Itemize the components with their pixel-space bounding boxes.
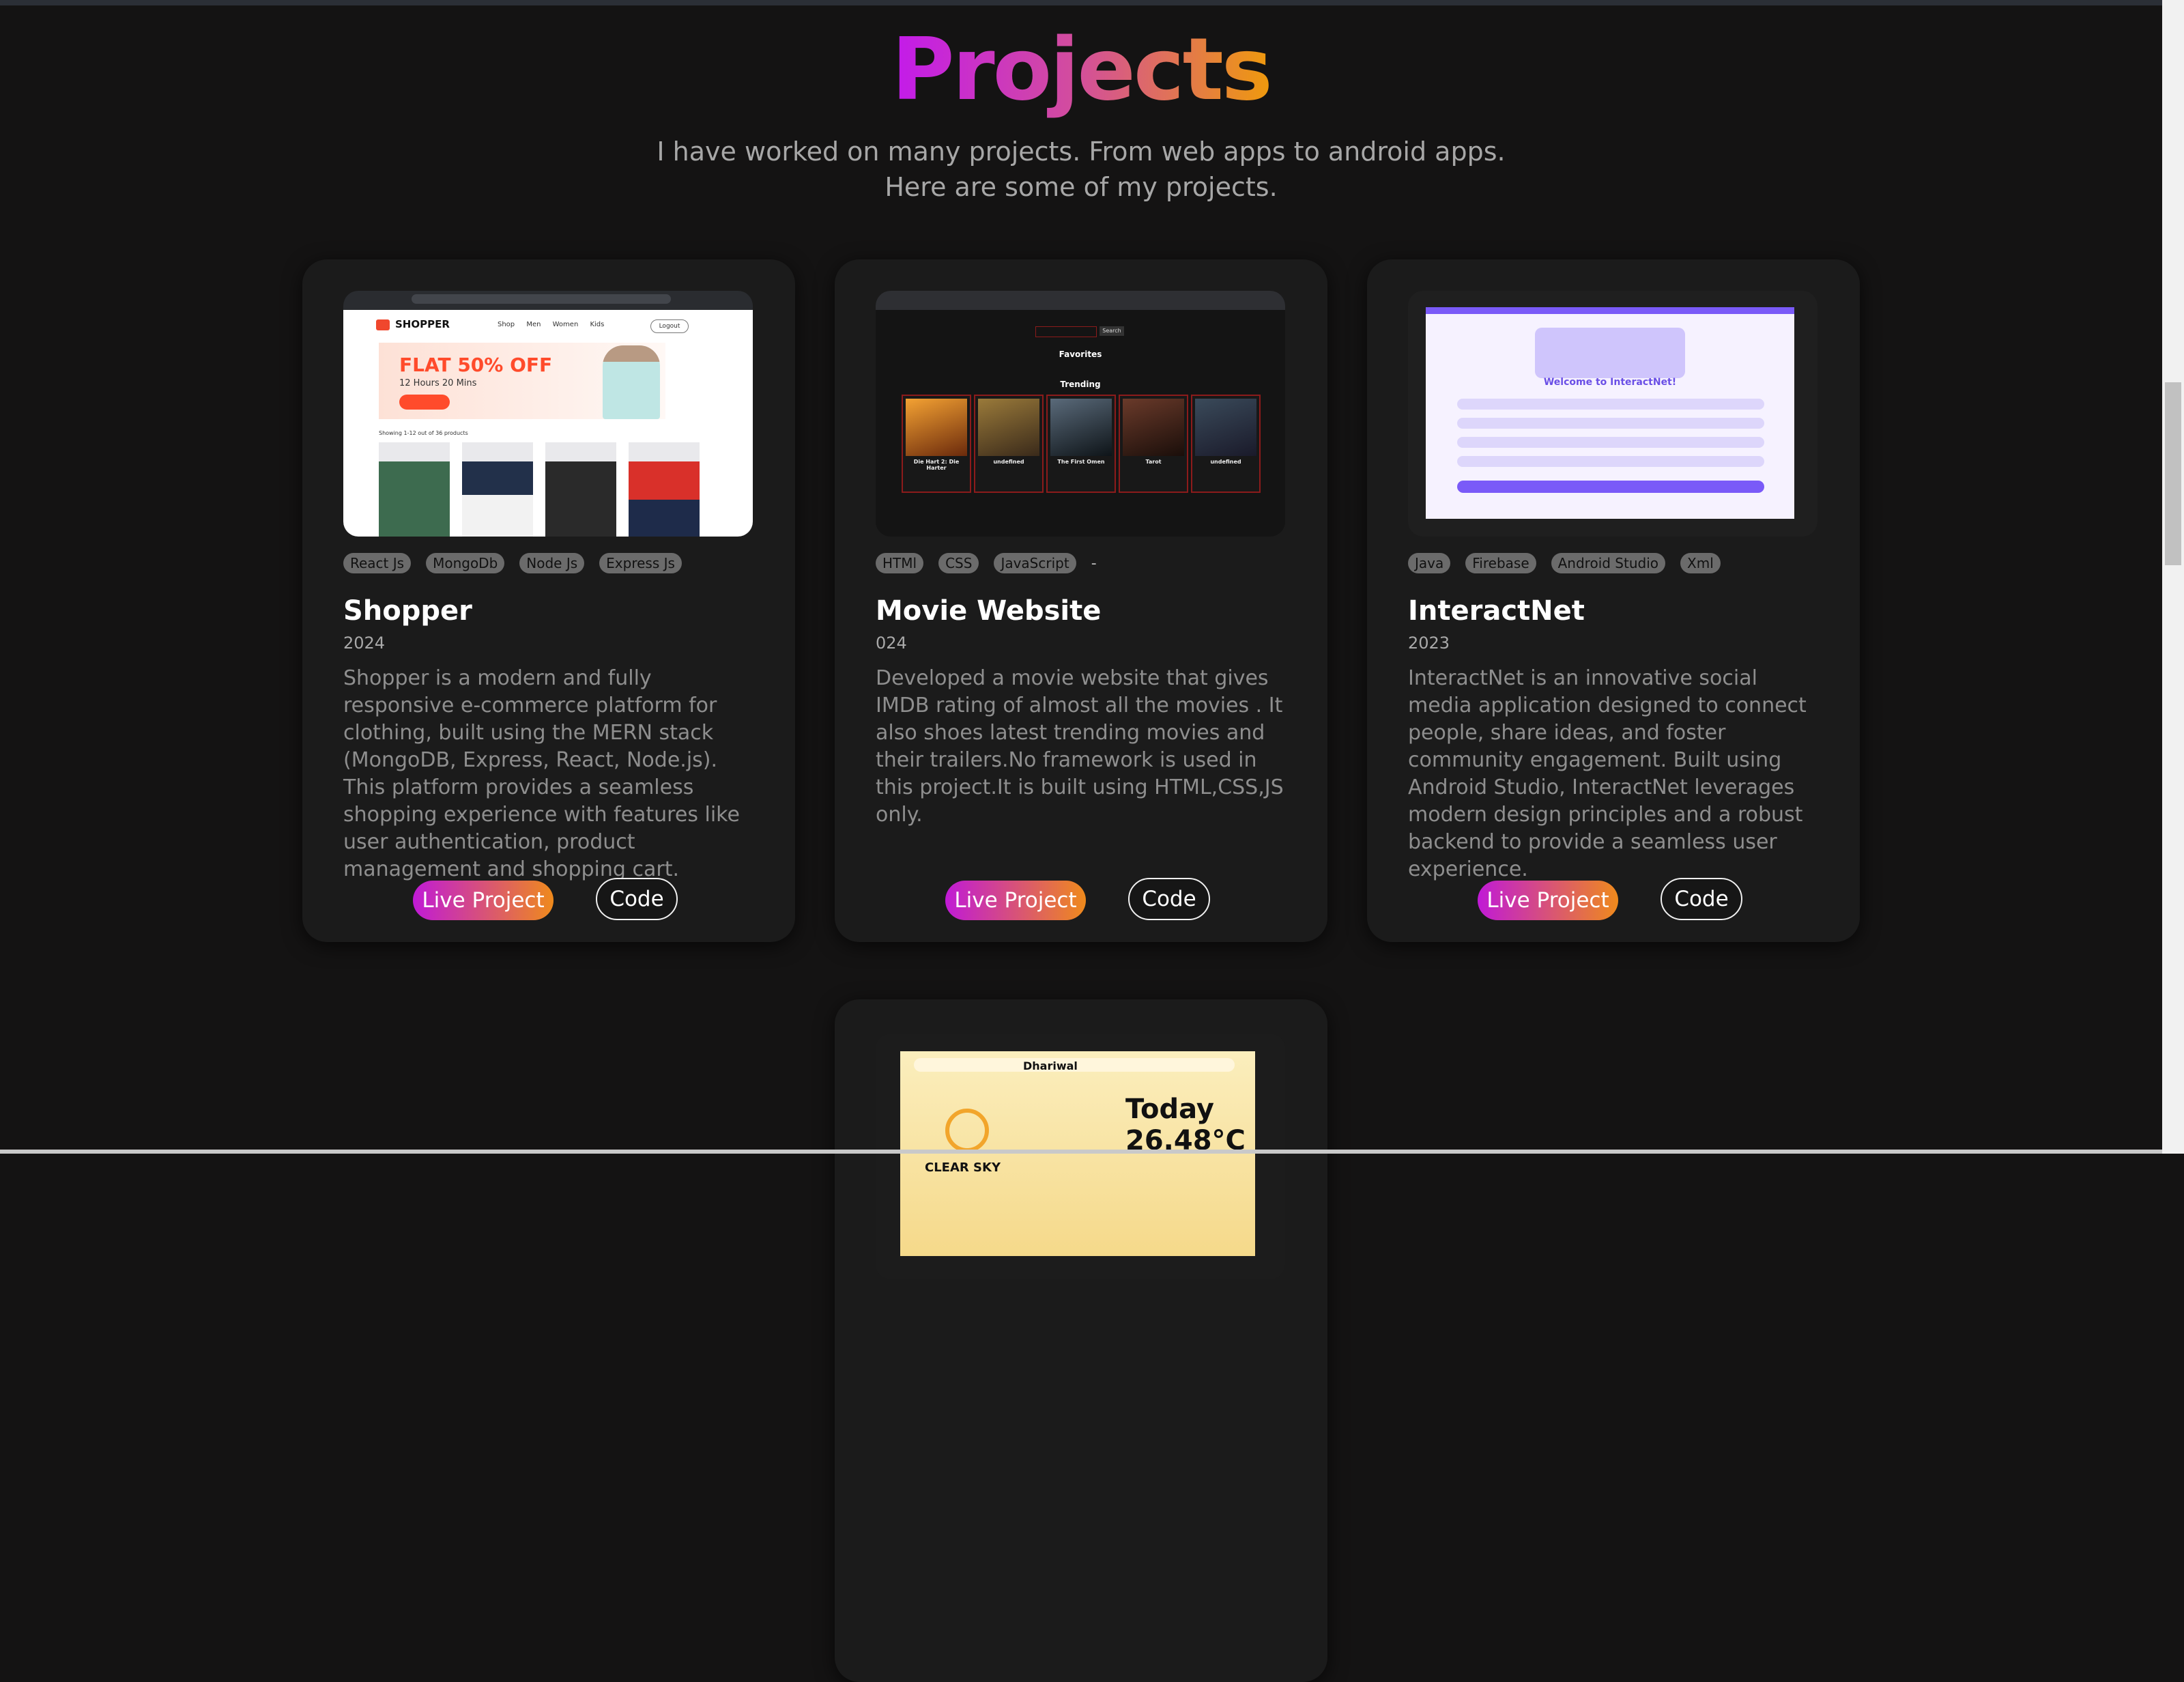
tech-tags: HTMl CSS JavaScript -	[876, 553, 1097, 573]
product-image	[379, 442, 450, 537]
project-year: 2024	[343, 633, 386, 653]
illustration	[1535, 328, 1685, 378]
subtitle-line-2: Here are some of my projects.	[885, 172, 1278, 202]
phone-screen: Dhariwal Today 26.48°C CLEAR SKY	[900, 1051, 1255, 1256]
project-title: InteractNet	[1408, 595, 1585, 627]
project-title: Movie Website	[876, 595, 1102, 627]
movie-poster: Die Hart 2: Die Harter	[902, 395, 971, 493]
scrollbar-thumb[interactable]	[2165, 382, 2181, 565]
phone-screen: Welcome to InteractNet!	[1426, 307, 1794, 519]
shopper-preview: SHOPPER Shop Men Women Kids Logout FLAT …	[343, 310, 753, 537]
tag: HTMl	[876, 553, 924, 573]
weather-condition: CLEAR SKY	[925, 1160, 1001, 1175]
product-image	[462, 442, 533, 537]
project-card-shopper: SHOPPER Shop Men Women Kids Logout FLAT …	[302, 259, 795, 942]
tech-tags: React Js MongoDb Node Js Express Js	[343, 553, 682, 573]
weather-preview: Dhariwal Today 26.48°C CLEAR SKY	[876, 1034, 1285, 1279]
shopper-nav: Shop Men Women Kids	[498, 321, 605, 328]
explore-button	[399, 395, 450, 410]
movie-poster: undefined	[1191, 395, 1261, 493]
signup-button	[1457, 481, 1764, 493]
shopper-logout: Logout	[650, 319, 689, 333]
form-field	[1457, 456, 1764, 467]
tag: React Js	[343, 553, 412, 573]
interactnet-preview: Welcome to InteractNet!	[1408, 291, 1817, 537]
banner-sub: 12 Hours 20 Mins	[399, 378, 477, 388]
browser-toolbar	[343, 291, 753, 310]
code-button[interactable]: Code	[1661, 878, 1742, 920]
project-title: Shopper	[343, 595, 472, 627]
welcome-text: Welcome to InteractNet!	[1543, 377, 1677, 388]
movie-search-input	[1035, 326, 1097, 337]
tag: MongoDb	[426, 553, 505, 573]
movie-preview: Search Favorites Trending Die Hart 2: Di…	[876, 291, 1285, 537]
movie-search-button: Search	[1100, 326, 1124, 336]
form-field	[1457, 437, 1764, 448]
tag: JavaScript	[994, 553, 1076, 573]
project-thumbnail: Dhariwal Today 26.48°C CLEAR SKY	[876, 1034, 1285, 1279]
project-description: Shopper is a modern and fully responsive…	[343, 666, 740, 881]
form-field	[1457, 399, 1764, 410]
page-subtitle: I have worked on many projects. From web…	[0, 134, 2162, 205]
app-top-bar	[1426, 307, 1794, 314]
model-image	[603, 345, 660, 419]
project-card-weather: Dhariwal Today 26.48°C CLEAR SKY	[835, 999, 1327, 1682]
bottom-edge	[0, 1150, 2162, 1154]
favorites-heading: Favorites	[1059, 350, 1102, 359]
project-description: InteractNet is an innovative social medi…	[1408, 666, 1807, 881]
product-image	[545, 442, 616, 537]
weather-day: Today	[1125, 1094, 1214, 1125]
movie-poster: The First Omen	[1046, 395, 1116, 493]
live-project-button[interactable]: Live Project	[945, 881, 1086, 920]
project-card-interactnet: Welcome to InteractNet! Java Firebase An…	[1367, 259, 1860, 942]
shopper-logo: SHOPPER	[395, 318, 450, 330]
tag: Android Studio	[1551, 553, 1666, 573]
project-thumbnail: Welcome to InteractNet!	[1408, 291, 1817, 537]
vertical-scrollbar[interactable]	[2162, 0, 2184, 1154]
form-field	[1457, 418, 1764, 429]
project-description: Developed a movie website that gives IMD…	[876, 666, 1284, 827]
showing-count: Showing 1-12 out of 36 products	[379, 430, 468, 436]
code-button[interactable]: Code	[1128, 878, 1210, 920]
tag: Node Js	[519, 553, 585, 573]
tech-tags: Java Firebase Android Studio Xml	[1408, 553, 1721, 573]
code-button[interactable]: Code	[596, 878, 678, 920]
project-year: 024	[876, 633, 907, 653]
movie-poster: undefined	[974, 395, 1044, 493]
location-text: Dhariwal	[1023, 1059, 1078, 1072]
tag: Xml	[1680, 553, 1721, 573]
tag-more: -	[1091, 554, 1097, 572]
project-card-movie-website: Search Favorites Trending Die Hart 2: Di…	[835, 259, 1327, 942]
browser-toolbar	[876, 291, 1285, 310]
shopping-bag-icon	[376, 319, 390, 330]
project-thumbnail: Search Favorites Trending Die Hart 2: Di…	[876, 291, 1285, 537]
tag: Express Js	[599, 553, 682, 573]
subtitle-line-1: I have worked on many projects. From web…	[657, 137, 1506, 167]
tag: Java	[1408, 553, 1451, 573]
page-title: Projects	[891, 19, 1273, 119]
movie-poster: Tarot	[1119, 395, 1188, 493]
banner-title: FLAT 50% OFF	[399, 354, 553, 376]
trending-heading: Trending	[1060, 380, 1101, 389]
browser-top-edge	[0, 0, 2184, 5]
product-image	[629, 442, 700, 537]
tag: Firebase	[1465, 553, 1536, 573]
live-project-button[interactable]: Live Project	[1478, 881, 1618, 920]
project-year: 2023	[1408, 633, 1450, 653]
sun-icon	[945, 1109, 989, 1152]
project-thumbnail: SHOPPER Shop Men Women Kids Logout FLAT …	[343, 291, 753, 537]
tag: CSS	[938, 553, 979, 573]
live-project-button[interactable]: Live Project	[413, 881, 554, 920]
